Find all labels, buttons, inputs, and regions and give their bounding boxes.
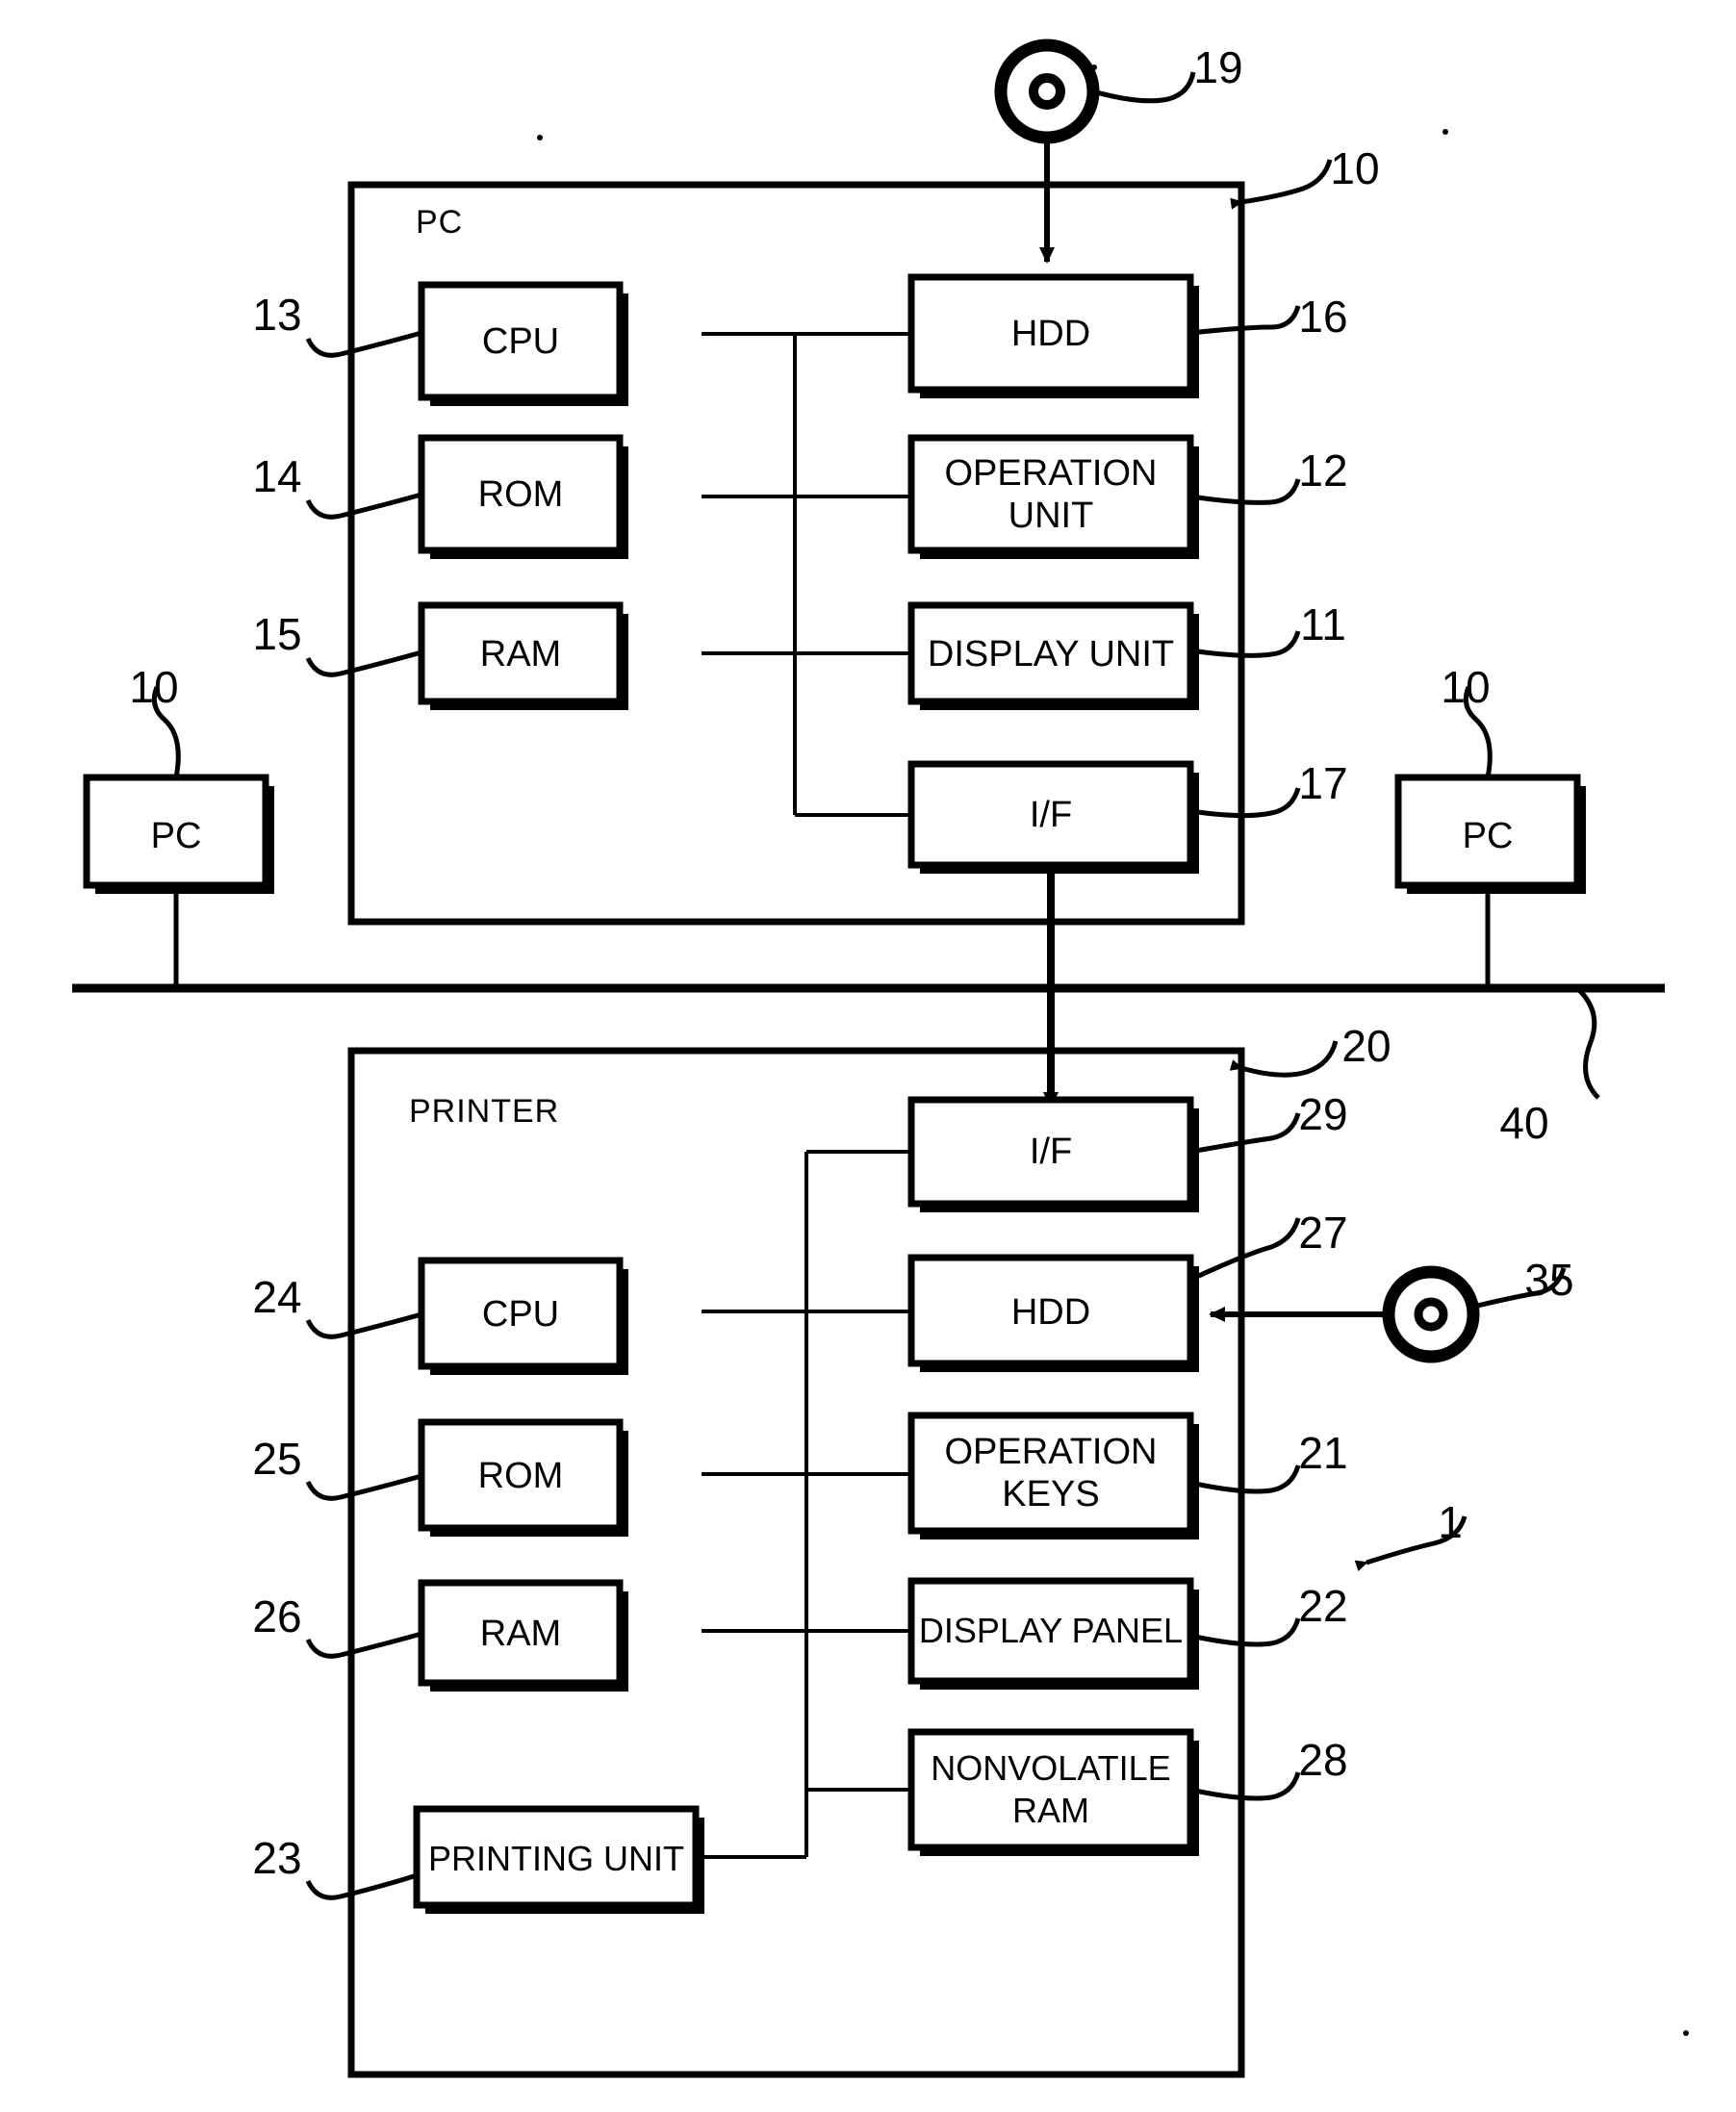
pc-operation-unit-label: OPERATION UNIT: [944, 453, 1158, 536]
ref-29: 29: [1298, 1089, 1348, 1139]
leader-14: [305, 492, 422, 520]
patent-figure-canvas: PC CPU ROM RAM HDD OPERATION UNIT DISPLAY…: [0, 0, 1736, 2112]
ref-25: 25: [252, 1434, 302, 1484]
ref-23: 23: [252, 1833, 302, 1883]
ref-27: 27: [1298, 1208, 1348, 1258]
ref-19: 19: [1193, 42, 1243, 92]
page-artifact-dot: [537, 135, 543, 140]
ref-10-host: 10: [1330, 143, 1380, 193]
leader-25: [305, 1473, 422, 1501]
printer-if-label: I/F: [1029, 1132, 1073, 1172]
leader-19: [1092, 71, 1196, 104]
ref-15: 15: [252, 609, 302, 659]
pc-left-label: PC: [150, 816, 202, 856]
page-artifact-dot: [1091, 64, 1097, 70]
ref-10-left: 10: [129, 662, 179, 712]
ref-10-right: 10: [1441, 662, 1491, 712]
printer-rom-label: ROM: [477, 1456, 564, 1496]
printer-nvram-label: NONVOLATILE RAM: [931, 1748, 1171, 1830]
leader-23: [305, 1872, 418, 1900]
pc-right-label: PC: [1462, 816, 1514, 856]
page-artifact-dot: [1442, 129, 1448, 135]
ref-35: 35: [1524, 1255, 1574, 1305]
printer-display-panel-label: DISPLAY PANEL: [918, 1611, 1184, 1650]
ref-26: 26: [252, 1591, 302, 1641]
ref-20: 20: [1341, 1021, 1391, 1071]
ref-13: 13: [252, 290, 302, 340]
leader-20: [1229, 1040, 1339, 1078]
ref-11: 11: [1300, 599, 1346, 649]
ref-17: 17: [1298, 758, 1348, 808]
ref-21: 21: [1298, 1428, 1348, 1478]
page-artifact-dot: [1683, 2030, 1689, 2036]
leader-24: [305, 1311, 422, 1339]
printer-printing-unit-label: PRINTING UNIT: [428, 1839, 684, 1878]
ref-28: 28: [1298, 1735, 1348, 1785]
leader-40: [1575, 986, 1600, 1100]
ref-22: 22: [1298, 1581, 1348, 1631]
ref-16: 16: [1298, 292, 1348, 342]
leader-13: [305, 330, 422, 358]
printer-cpu-label: CPU: [481, 1294, 560, 1335]
pc-display-unit-label: DISPLAY UNIT: [927, 634, 1175, 674]
printer-section-label: PRINTER: [409, 1093, 560, 1130]
pc-media-disc-hub: [1029, 73, 1065, 110]
leader-26: [305, 1631, 422, 1659]
ref-24: 24: [252, 1272, 302, 1322]
leader-15: [305, 649, 422, 677]
printer-media-disc-hub: [1414, 1297, 1448, 1332]
printer-ram-label: RAM: [479, 1614, 562, 1654]
pc-cpu-label: CPU: [481, 321, 560, 362]
ref-12: 12: [1298, 445, 1348, 496]
pc-if-label: I/F: [1029, 795, 1073, 835]
ref-40: 40: [1499, 1098, 1549, 1148]
ref-14: 14: [252, 451, 302, 501]
pc-rom-label: ROM: [477, 474, 564, 515]
leader-10-host: [1230, 159, 1333, 210]
printer-hdd-label: HDD: [1010, 1292, 1091, 1333]
pc-ram-label: RAM: [479, 634, 562, 674]
ref-1-system: 1: [1438, 1497, 1463, 1547]
pc-hdd-label: HDD: [1010, 314, 1091, 354]
printer-operation-keys-label: OPERATION KEYS: [944, 1432, 1158, 1514]
pc-section-label: PC: [416, 204, 464, 241]
